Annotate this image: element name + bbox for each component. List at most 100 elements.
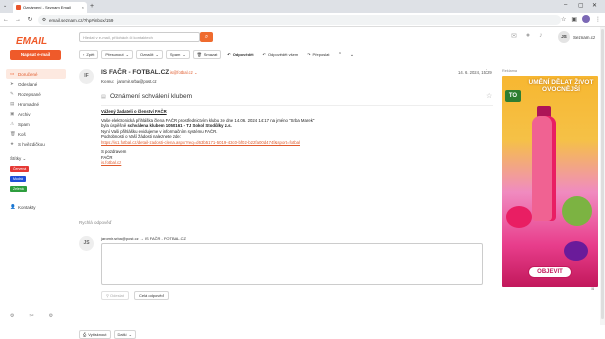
inbox-icon: ▭ bbox=[10, 71, 15, 76]
maximize-icon[interactable]: ▢ bbox=[578, 2, 584, 9]
label-chip[interactable]: Červená bbox=[10, 166, 30, 172]
browser-tab[interactable]: Oznámení - Seznam Email × bbox=[13, 2, 87, 13]
move-button[interactable]: Přesunout ⌄ bbox=[101, 50, 133, 59]
sidebar-item-draft[interactable]: ✎ Rozepsané bbox=[6, 89, 66, 99]
ad-close-icon[interactable]: ⊠ bbox=[591, 286, 594, 291]
email-logo[interactable]: EMAIL bbox=[14, 34, 58, 46]
archive-icon: ▣ bbox=[10, 111, 15, 116]
sender-name[interactable]: IS FAČR - FOTBAL.CZ bbox=[101, 69, 169, 76]
help-icon[interactable]: ⚙ bbox=[49, 313, 53, 319]
ad-fruit-image bbox=[564, 241, 588, 261]
reply-all-button[interactable]: ↶ Odpovědět všem bbox=[259, 50, 302, 59]
search-icon[interactable]: ⌕ bbox=[200, 32, 213, 42]
avatar: JS bbox=[558, 31, 570, 43]
recipient-line: Komu: jaromir.srba@post.cz bbox=[101, 79, 157, 84]
page-scrollbar[interactable] bbox=[600, 27, 605, 325]
ad-fruit-image bbox=[562, 196, 592, 226]
labels-heading[interactable]: Štítky ⌄ bbox=[6, 156, 66, 164]
minimize-icon[interactable]: – bbox=[564, 2, 567, 8]
more-button[interactable]: Další ⌄ bbox=[113, 330, 136, 339]
reload-icon[interactable]: ↻ bbox=[24, 16, 36, 23]
mail-icon[interactable]: ✉ bbox=[511, 32, 517, 40]
sidebar-item-label: Kontakty bbox=[18, 204, 36, 210]
site-info-icon[interactable]: ⚙ bbox=[42, 17, 46, 23]
address-bar[interactable]: ⚙ email.seznam.cz/?hp#inbox/159 bbox=[38, 15, 561, 25]
sidebar-item-trash[interactable]: 🗑 Koš bbox=[6, 129, 66, 139]
sidebar-item-label: Archiv bbox=[18, 111, 31, 117]
label-chip[interactable]: Modrá bbox=[10, 176, 26, 182]
greeting: Vážený žadateli o členství FAČR bbox=[101, 109, 167, 114]
sidebar-item-inbox[interactable]: ▭ Doručené bbox=[6, 69, 66, 79]
reply-all-icon: ↶ bbox=[262, 52, 266, 57]
settings-icon[interactable]: ⚙ bbox=[10, 313, 14, 319]
arrow-left-icon: ‹ bbox=[83, 52, 85, 57]
star-icon[interactable]: ☆ bbox=[486, 92, 492, 100]
sidebar-item-spam[interactable]: ⚠ Spam bbox=[6, 119, 66, 129]
chat-icon[interactable]: ● bbox=[526, 32, 530, 40]
draft-icon: ✎ bbox=[10, 91, 14, 96]
more-options-icon[interactable]: ⋮ bbox=[484, 69, 489, 75]
advertisement-banner[interactable]: UMĚNÍ DĚLAT ŽIVOT OVOCNĚJŠÍ TO OBJEVIT bbox=[502, 76, 598, 287]
favicon-icon bbox=[16, 5, 21, 10]
full-reply-button[interactable]: Celá odpověď bbox=[134, 291, 169, 300]
ad-cta-button[interactable]: OBJEVIT bbox=[528, 266, 572, 278]
label-chip[interactable]: Zelená bbox=[10, 186, 27, 192]
close-window-icon[interactable]: ✕ bbox=[592, 2, 597, 9]
sidebar-item-label: Koš bbox=[18, 131, 26, 137]
print-icon: ⎙ bbox=[83, 332, 87, 337]
forward-icon: ↷ bbox=[307, 52, 311, 57]
forward-button[interactable]: ↷ Přeposlat bbox=[304, 50, 333, 59]
print-button[interactable]: ⎙ Vytisknout bbox=[79, 330, 111, 339]
sidebar: ▭ Doručené ➤ Odeslané ✎ Rozepsané ▤ Hromadné ▣ Ar… bbox=[6, 69, 66, 212]
sidebar-item-archive[interactable]: ▣ Archiv bbox=[6, 109, 66, 119]
sender-email[interactable]: is@fotbal.cz ⌄ bbox=[170, 70, 198, 75]
svg-text:EMAIL: EMAIL bbox=[16, 36, 47, 46]
reply-button[interactable]: ↶ Odpovědět bbox=[224, 50, 257, 59]
extensions-icon[interactable]: ▣ bbox=[571, 16, 577, 23]
forward-icon[interactable]: → bbox=[12, 17, 24, 23]
search-input[interactable]: Hledat v e-mail, přílohách či kontaktech bbox=[79, 32, 200, 42]
profile-icon[interactable] bbox=[582, 15, 590, 23]
star-icon: ★ bbox=[10, 141, 15, 146]
tools-icon[interactable]: ✂ bbox=[29, 313, 33, 319]
send-icon: ➤ bbox=[10, 81, 14, 86]
tab-close-icon[interactable]: × bbox=[82, 5, 84, 10]
quick-reply-title: Rychlá odpověď bbox=[79, 220, 112, 225]
signature-link[interactable]: is.fotbal.cz bbox=[101, 160, 491, 166]
next-message-button[interactable]: ⌄ bbox=[347, 50, 357, 59]
reply-icon: ↶ bbox=[227, 52, 231, 57]
mark-button[interactable]: Označit ⌄ bbox=[135, 50, 163, 59]
sidebar-item-label: Hromadné bbox=[18, 101, 40, 107]
spam-button[interactable]: Spam ⌄ bbox=[165, 50, 190, 59]
tab-title: Oznámení - Seznam Email bbox=[23, 5, 71, 10]
sidebar-item-contacts[interactable]: 👤 Kontakty bbox=[6, 202, 66, 212]
sidebar-item-label: Spam bbox=[18, 121, 30, 127]
new-tab-button[interactable]: + bbox=[90, 3, 94, 10]
sidebar-item-label: Odeslané bbox=[18, 81, 38, 87]
back-button[interactable]: ‹ Zpět bbox=[79, 50, 99, 59]
back-icon[interactable]: ← bbox=[0, 17, 12, 23]
tab-search-icon[interactable]: ⌄ bbox=[3, 3, 7, 9]
notifications-icon[interactable]: ♪ bbox=[539, 32, 543, 40]
sidebar-item-star[interactable]: ★ S hvězdičkou bbox=[6, 139, 66, 149]
reply-textarea[interactable] bbox=[101, 243, 483, 285]
recipient-email[interactable]: jaromir.srba@post.cz bbox=[117, 79, 156, 84]
menu-icon[interactable]: ⋮ bbox=[595, 16, 601, 23]
delete-button[interactable]: 🗑 Smazat bbox=[192, 50, 222, 59]
url-text: email.seznam.cz/?hp#inbox/159 bbox=[49, 17, 114, 23]
spam-icon: ⚠ bbox=[10, 121, 15, 126]
sidebar-item-bulk[interactable]: ▤ Hromadné bbox=[6, 99, 66, 109]
sidebar-item-send[interactable]: ➤ Odeslané bbox=[6, 79, 66, 89]
compose-button[interactable]: Napsat e-mail bbox=[10, 50, 61, 60]
bookmark-star-icon[interactable]: ☆ bbox=[561, 16, 566, 23]
ad-bottle-image bbox=[532, 116, 556, 221]
user-menu[interactable]: JS Seznam.cz bbox=[558, 31, 595, 43]
bulk-icon: ▤ bbox=[10, 101, 15, 106]
prev-message-button[interactable]: ⌃ bbox=[335, 50, 345, 59]
contacts-icon: 👤 bbox=[10, 204, 16, 209]
message-subject: Oznámení schválení klubem bbox=[110, 93, 193, 100]
message-body: Vážený žadateli o členství FAČR Vaše ele… bbox=[101, 109, 491, 166]
browser-navbar: ← → ↻ ⚙ email.seznam.cz/?hp#inbox/159 ☆ … bbox=[0, 13, 605, 27]
send-button[interactable]: ⚲ Odeslat bbox=[101, 291, 129, 300]
email-app: EMAIL Hledat v e-mail, přílohách či kont… bbox=[0, 27, 605, 339]
